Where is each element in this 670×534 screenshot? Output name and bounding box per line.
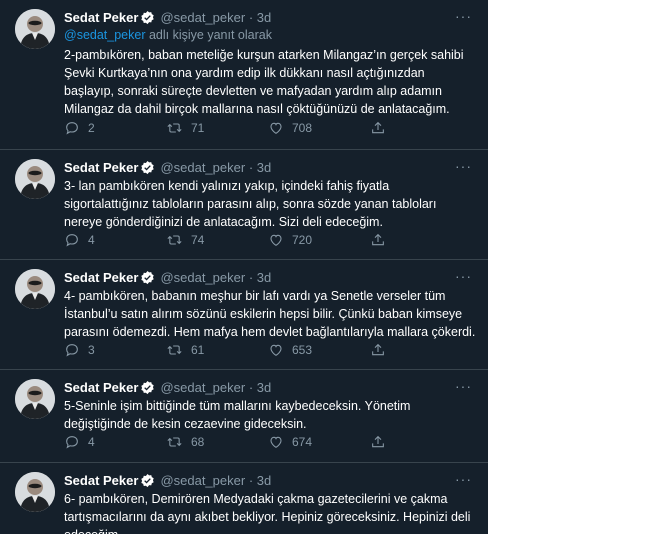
more-options-icon[interactable]: ··· xyxy=(455,379,472,393)
separator-dot: · xyxy=(248,380,254,395)
user-handle[interactable]: @sedat_peker xyxy=(160,10,245,25)
like-count: 653 xyxy=(292,343,313,357)
reply-icon xyxy=(66,436,78,449)
share-button[interactable] xyxy=(370,232,386,248)
tweet-actions: 4 74 720 xyxy=(64,232,424,248)
reply-count: 4 xyxy=(88,233,95,247)
more-options-icon[interactable]: ··· xyxy=(455,159,472,173)
retweet-count: 68 xyxy=(191,435,205,449)
display-name[interactable]: Sedat Peker xyxy=(64,380,138,395)
tweet[interactable]: Sedat Peker @sedat_peker · 3d ··· 3- lan … xyxy=(0,150,488,260)
retweet-button[interactable]: 74 xyxy=(166,232,268,248)
tweet-text: 6- pambıkören, Demirören Medyadaki çakma… xyxy=(64,492,471,534)
retweet-count: 61 xyxy=(191,343,205,357)
user-handle[interactable]: @sedat_peker xyxy=(160,160,245,175)
tweet-text: 2-pambıkören, baban meteliğe kurşun atar… xyxy=(64,48,464,116)
retweet-icon xyxy=(167,437,182,447)
tweet-header: Sedat Peker @sedat_peker · 3d xyxy=(64,9,474,27)
timestamp[interactable]: 3d xyxy=(257,10,271,25)
reply-button[interactable]: 2 xyxy=(64,120,166,136)
more-options-icon[interactable]: ··· xyxy=(455,269,472,283)
tweet[interactable]: Sedat Peker @sedat_peker · 3d ··· @sedat_… xyxy=(0,0,488,150)
separator-dot: · xyxy=(248,160,254,175)
like-button[interactable]: 720 xyxy=(268,232,370,248)
tweet-text: 4- pambıkören, babanın meşhur bir lafı v… xyxy=(64,289,476,339)
share-icon xyxy=(372,233,384,246)
reply-button[interactable]: 4 xyxy=(64,232,166,248)
timestamp[interactable]: 3d xyxy=(257,270,271,285)
tweet[interactable]: Sedat Peker @sedat_peker · 3d ··· 4- pamb… xyxy=(0,260,488,370)
reply-icon xyxy=(66,344,78,357)
like-count: 720 xyxy=(292,233,313,247)
reply-icon xyxy=(66,234,78,247)
tweet-header: Sedat Peker @sedat_peker · 3d xyxy=(64,472,474,490)
share-button[interactable] xyxy=(370,120,386,136)
tweet-header: Sedat Peker @sedat_peker · 3d xyxy=(64,379,474,397)
reply-context: @sedat_peker adlı kişiye yanıt olarak xyxy=(64,28,272,42)
tweet-actions: 3 61 653 xyxy=(64,342,424,358)
like-button[interactable]: 653 xyxy=(268,342,370,358)
like-count: 708 xyxy=(292,121,313,135)
retweet-icon xyxy=(167,345,182,355)
like-icon xyxy=(270,122,282,134)
like-icon xyxy=(270,436,282,448)
retweet-button[interactable]: 71 xyxy=(166,120,268,136)
retweet-count: 71 xyxy=(191,121,205,135)
share-icon xyxy=(372,121,384,134)
retweet-button[interactable]: 61 xyxy=(166,342,268,358)
reply-context-text: adlı kişiye yanıt olarak xyxy=(145,28,272,42)
tweet-actions: 4 68 674 xyxy=(64,434,424,450)
user-handle[interactable]: @sedat_peker xyxy=(160,380,245,395)
avatar[interactable] xyxy=(15,159,55,199)
reply-icon xyxy=(66,122,78,135)
reply-count: 4 xyxy=(88,435,95,449)
like-button[interactable]: 674 xyxy=(268,434,370,450)
timestamp[interactable]: 3d xyxy=(257,160,271,175)
separator-dot: · xyxy=(248,473,254,488)
tweet[interactable]: Sedat Peker @sedat_peker · 3d ··· 5-Senin… xyxy=(0,370,488,463)
reply-count: 3 xyxy=(88,343,95,357)
separator-dot: · xyxy=(248,270,254,285)
share-icon xyxy=(372,343,384,356)
avatar[interactable] xyxy=(15,9,55,49)
avatar[interactable] xyxy=(15,472,55,512)
tweet-text: 5-Seninle işim bittiğinde tüm mallarını … xyxy=(64,399,411,431)
tweet[interactable]: Sedat Peker @sedat_peker · 3d ··· 6- pamb… xyxy=(0,463,488,534)
reply-button[interactable]: 4 xyxy=(64,434,166,450)
avatar[interactable] xyxy=(15,379,55,419)
reply-mention-link[interactable]: @sedat_peker xyxy=(64,28,146,42)
verified-badge-icon xyxy=(140,10,155,30)
tweet-text: 3- lan pambıkören kendi yalınızı yakıp, … xyxy=(64,179,437,229)
like-icon xyxy=(270,344,282,356)
tweet-thread: Sedat Peker @sedat_peker · 3d ··· @sedat_… xyxy=(0,0,488,534)
reply-button[interactable]: 3 xyxy=(64,342,166,358)
more-options-icon[interactable]: ··· xyxy=(455,472,472,486)
reply-count: 2 xyxy=(88,121,95,135)
more-options-icon[interactable]: ··· xyxy=(455,9,472,23)
share-button[interactable] xyxy=(370,434,386,450)
user-handle[interactable]: @sedat_peker xyxy=(160,270,245,285)
like-button[interactable]: 708 xyxy=(268,120,370,136)
timestamp[interactable]: 3d xyxy=(257,473,271,488)
separator-dot: · xyxy=(248,10,254,25)
share-icon xyxy=(372,435,384,448)
display-name[interactable]: Sedat Peker xyxy=(64,10,138,25)
timestamp[interactable]: 3d xyxy=(257,380,271,395)
user-handle[interactable]: @sedat_peker xyxy=(160,473,245,488)
display-name[interactable]: Sedat Peker xyxy=(64,160,138,175)
display-name[interactable]: Sedat Peker xyxy=(64,270,138,285)
tweet-header: Sedat Peker @sedat_peker · 3d xyxy=(64,269,474,287)
retweet-icon xyxy=(167,235,182,245)
avatar[interactable] xyxy=(15,269,55,309)
tweet-actions: 2 71 708 xyxy=(64,120,424,136)
tweet-header: Sedat Peker @sedat_peker · 3d xyxy=(64,159,474,177)
retweet-icon xyxy=(167,123,182,133)
display-name[interactable]: Sedat Peker xyxy=(64,473,138,488)
retweet-count: 74 xyxy=(191,233,205,247)
like-count: 674 xyxy=(292,435,313,449)
retweet-button[interactable]: 68 xyxy=(166,434,268,450)
like-icon xyxy=(270,234,282,246)
share-button[interactable] xyxy=(370,342,386,358)
